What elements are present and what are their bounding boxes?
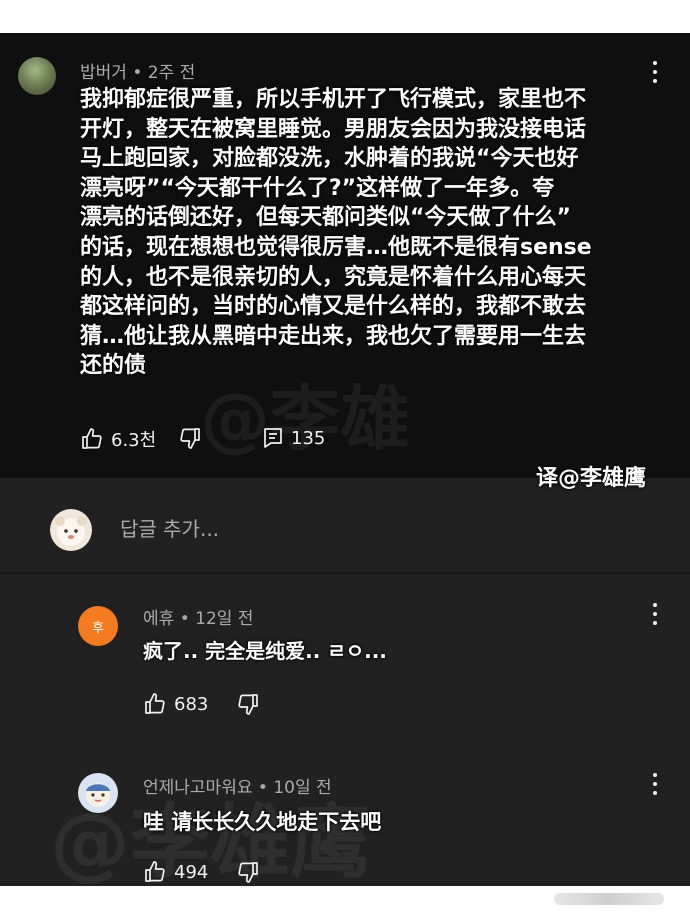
kebab-dot <box>653 791 657 795</box>
comment-3-dislike-button[interactable] <box>236 860 260 884</box>
thumb-down-icon <box>238 694 258 715</box>
translator-credit: 译@李雄鹰 <box>536 466 647 491</box>
comment-2-author[interactable]: 에휴 <box>143 609 174 629</box>
comment-3-like-button[interactable]: 494 <box>143 860 208 884</box>
thumb-down-icon <box>180 428 200 449</box>
thumb-up-icon <box>145 861 165 882</box>
thumb-up-icon <box>82 428 102 449</box>
comment-3-meta: 언제나고마워요 • 10일 전 <box>143 773 332 798</box>
kebab-dot <box>653 79 657 83</box>
kebab-dot <box>653 70 657 74</box>
kebab-dot <box>653 612 657 616</box>
comment-3-more-button[interactable] <box>650 773 660 795</box>
main-comment-panel: @李雄 밥버거 • 2주 전 我抑郁症很严重，所以手机开了飞行模式，家里也不 开… <box>0 33 690 478</box>
main-reply-count: 135 <box>291 427 326 449</box>
comment-3-like-count: 494 <box>174 861 209 883</box>
main-comment-time: 2주 전 <box>147 63 196 83</box>
comment-3-author[interactable]: 언제나고마워요 <box>143 778 252 798</box>
add-reply-input[interactable]: 답글 추가... <box>120 513 219 542</box>
meta-separator: • <box>257 778 274 798</box>
main-comment-avatar[interactable] <box>18 57 56 95</box>
comments-screen: @李雄 밥버거 • 2주 전 我抑郁症很严重，所以手机开了飞行模式，家里也不 开… <box>0 33 690 886</box>
meta-separator: • <box>179 609 196 629</box>
comment-2-more-button[interactable] <box>650 603 660 625</box>
main-replies-button[interactable]: 135 <box>262 426 325 450</box>
avatar-illustration <box>86 783 110 807</box>
comment-3-text: 哇 请长长久久地走下去吧 <box>143 810 382 834</box>
main-like-count: 6.3천 <box>111 430 157 451</box>
reply-count-icon <box>264 428 282 448</box>
main-comment-author[interactable]: 밥버거 <box>80 63 127 83</box>
comment-2-time: 12일 전 <box>195 609 254 629</box>
avatar-illustration <box>55 516 87 546</box>
kebab-menu-icon <box>653 773 657 777</box>
kebab-dot <box>653 782 657 786</box>
meta-separator: • <box>132 63 148 83</box>
thumb-down-icon <box>238 862 258 883</box>
comment-2-like-button[interactable]: 683 <box>143 692 208 716</box>
comment-2-meta: 에휴 • 12일 전 <box>143 604 253 629</box>
kebab-menu-icon <box>653 61 657 65</box>
comment-3-time: 10일 전 <box>273 778 332 798</box>
main-comment-meta: 밥버거 • 2주 전 <box>80 58 195 83</box>
comment-2-like-count: 683 <box>174 693 209 715</box>
section-divider <box>0 572 690 574</box>
kebab-dot <box>653 621 657 625</box>
kebab-menu-icon <box>653 603 657 607</box>
source-watermark-logo <box>554 893 664 905</box>
comment-2-avatar[interactable]: 후 <box>78 606 118 646</box>
main-comment-text: 我抑郁症很严重，所以手机开了飞行模式，家里也不 开灯，整天在被窝里睡觉。男朋友会… <box>80 87 592 379</box>
main-comment-more-button[interactable] <box>650 61 660 83</box>
current-user-avatar <box>50 509 92 551</box>
main-like-button[interactable]: 6.3천 <box>80 426 156 452</box>
comment-3-avatar[interactable] <box>78 773 118 813</box>
thumb-up-icon <box>145 693 165 714</box>
comment-2-dislike-button[interactable] <box>236 692 260 716</box>
comment-2-text: 疯了.. 完全是纯爱.. ㄹㅇ... <box>143 639 387 663</box>
main-dislike-button[interactable] <box>178 426 202 450</box>
